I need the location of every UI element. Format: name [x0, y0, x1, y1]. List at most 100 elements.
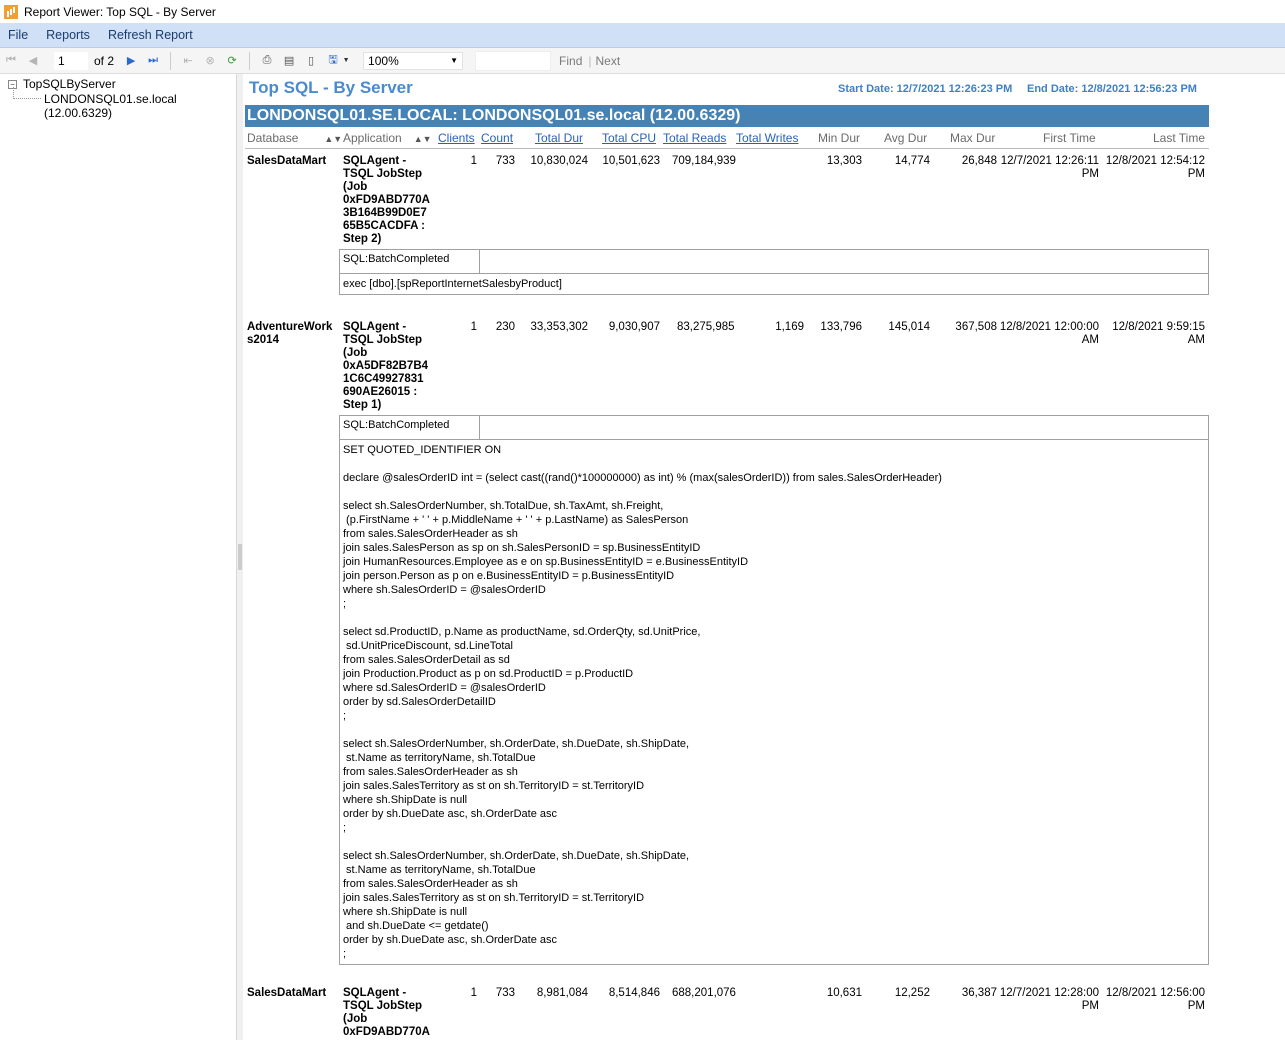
cell-total-reads: 709,184,939: [672, 155, 736, 167]
cell-clients: 1: [470, 155, 477, 167]
sql-text: exec [dbo].[spReportInternetSalesbyProdu…: [343, 278, 562, 290]
page-total: 2: [107, 53, 115, 68]
cell-last-time: 12/8/2021 12:56:00 PM: [1105, 987, 1205, 1012]
tree-root-label[interactable]: TopSQLByServer: [23, 77, 116, 91]
cell-application: SQLAgent - TSQL JobStep (Job 0xA5DF82B7B…: [343, 321, 429, 411]
cell-min-dur: 13,303: [826, 155, 862, 167]
start-date: Start Date: 12/7/2021 12:26:23 PM: [838, 83, 1013, 95]
page-setup-icon[interactable]: ▯: [303, 53, 319, 69]
cell-total-reads: 83,275,985: [677, 321, 735, 333]
export-icon[interactable]: 🖫: [325, 53, 341, 69]
report-body: Top SQL - By Server Start Date: 12/7/202…: [243, 74, 1285, 1040]
menu-reports[interactable]: Reports: [38, 28, 96, 42]
cell-total-cpu: 8,514,846: [608, 987, 660, 999]
cell-min-dur: 133,796: [820, 321, 862, 333]
col-header-min-dur[interactable]: Min Dur: [818, 131, 860, 145]
toolbar-separator: [249, 51, 251, 70]
col-header-first-time[interactable]: First Time: [1043, 131, 1096, 145]
col-header-max-dur[interactable]: Max Dur: [950, 131, 995, 145]
tree-node-server[interactable]: LONDONSQL01.se.local (12.00.6329): [44, 92, 236, 120]
col-header-total-cpu[interactable]: Total CPU: [602, 131, 656, 145]
cell-count: 733: [495, 155, 515, 167]
sql-text: SET QUOTED_IDENTIFIER ON declare @salesO…: [343, 444, 942, 960]
first-page-icon[interactable]: ⏮: [3, 53, 19, 69]
col-header-count[interactable]: Count: [481, 131, 513, 145]
find-next-link[interactable]: Next: [596, 54, 621, 68]
cell-clients: 1: [470, 987, 477, 999]
report-toolbar: ⏮ ◀ 1 of 2 ▶ ⏭ ⇤ ⊗ ⟳ ⎙ ▤ ▯ 🖫 ▼ 100% ▼ Fi…: [0, 48, 1285, 74]
server-banner: LONDONSQL01.SE.LOCAL: LONDONSQL01.se.loc…: [245, 105, 1209, 127]
cell-avg-dur: 14,774: [894, 155, 930, 167]
toolbar-separator: [170, 51, 172, 70]
col-header-avg-dur[interactable]: Avg Dur: [884, 131, 927, 145]
last-page-icon[interactable]: ⏭: [145, 53, 161, 69]
menu-refresh-report[interactable]: Refresh Report: [100, 28, 199, 42]
window-title: Report Viewer: Top SQL - By Server: [24, 4, 216, 19]
sql-detail-box: SQL:BatchCompleted SET QUOTED_IDENTIFIER…: [339, 415, 1209, 965]
cell-first-time: 12/8/2021 12:00:00 AM: [999, 321, 1099, 346]
stop-icon[interactable]: ⊗: [202, 53, 218, 69]
cell-count: 733: [495, 987, 515, 999]
tree-node-root[interactable]: − TopSQLByServer: [8, 77, 116, 91]
col-header-total-reads[interactable]: Total Reads: [663, 131, 726, 145]
back-icon[interactable]: ⇤: [180, 53, 196, 69]
cell-first-time: 12/7/2021 12:26:11 PM: [1000, 155, 1099, 180]
print-icon[interactable]: ⎙: [259, 53, 275, 69]
cell-avg-dur: 12,252: [894, 987, 930, 999]
cell-application: SQLAgent - TSQL JobStep (Job 0xFD9ABD770…: [343, 987, 430, 1038]
cell-database: SalesDataMart: [247, 155, 327, 167]
tree-connector: [13, 98, 41, 99]
report-dates: Start Date: 12/7/2021 12:26:23 PM End Da…: [838, 83, 1197, 95]
cell-total-cpu: 9,030,907: [608, 321, 660, 333]
menu-bar: File Reports Refresh Report: [0, 23, 1285, 48]
chevron-down-icon: ▼: [450, 56, 459, 65]
previous-page-icon[interactable]: ◀: [25, 53, 41, 69]
cell-database: SalesDataMart: [247, 987, 327, 999]
col-header-application[interactable]: Application ▲▼: [343, 131, 432, 145]
col-header-total-dur[interactable]: Total Dur: [535, 131, 583, 145]
page-number-input[interactable]: 1: [54, 51, 88, 70]
find-separator: |: [588, 53, 592, 68]
splitter-grip-icon[interactable]: [238, 544, 242, 570]
col-header-database[interactable]: Database ▲▼: [247, 131, 342, 145]
col-header-last-time[interactable]: Last Time: [1153, 131, 1205, 145]
sort-icon: ▲▼: [324, 134, 343, 144]
cell-application: SQLAgent - TSQL JobStep (Job 0xFD9ABD770…: [343, 155, 430, 245]
header-divider: [245, 148, 1209, 149]
sort-icon: ▲▼: [413, 134, 432, 144]
event-class: SQL:BatchCompleted: [343, 253, 450, 265]
menu-file[interactable]: File: [0, 28, 34, 42]
zoom-select[interactable]: 100% ▼: [363, 51, 464, 70]
document-map: − TopSQLByServer LONDONSQL01.se.local (1…: [0, 74, 237, 1040]
cell-divider: [479, 416, 480, 439]
cell-avg-dur: 145,014: [888, 321, 930, 333]
sql-detail-box: SQL:BatchCompleted exec [dbo].[spReportI…: [339, 249, 1209, 295]
report-viewer-app-icon: [4, 4, 18, 19]
cell-total-cpu: 10,501,623: [602, 155, 660, 167]
print-layout-icon[interactable]: ▤: [281, 53, 297, 69]
event-class: SQL:BatchCompleted: [343, 419, 450, 431]
zoom-value: 100%: [368, 53, 399, 68]
page-of-label: of 2: [94, 53, 115, 68]
cell-total-reads: 688,201,076: [672, 987, 736, 999]
find-input[interactable]: [475, 50, 552, 71]
cell-divider: [479, 250, 480, 273]
col-header-clients[interactable]: Clients: [438, 131, 475, 145]
report-title: Top SQL - By Server: [249, 78, 413, 97]
export-dropdown-icon[interactable]: ▼: [342, 53, 350, 69]
find-link[interactable]: Find: [559, 54, 582, 68]
cell-total-dur: 8,981,084: [536, 987, 588, 999]
end-date: End Date: 12/8/2021 12:56:23 PM: [1027, 83, 1197, 95]
title-bar: Report Viewer: Top SQL - By Server: [0, 0, 1285, 23]
cell-database: AdventureWork s2014: [247, 321, 333, 346]
next-page-icon[interactable]: ▶: [123, 53, 139, 69]
cell-last-time: 12/8/2021 9:59:15 AM: [1112, 321, 1205, 346]
cell-last-time: 12/8/2021 12:54:12 PM: [1105, 155, 1205, 180]
cell-first-time: 12/7/2021 12:28:00 PM: [999, 987, 1099, 1012]
cell-clients: 1: [470, 321, 477, 333]
cell-total-dur: 10,830,024: [530, 155, 588, 167]
refresh-icon[interactable]: ⟳: [224, 53, 240, 69]
col-header-total-writes[interactable]: Total Writes: [736, 131, 798, 145]
event-row: SQL:BatchCompleted: [340, 250, 1208, 274]
cell-total-dur: 33,353,302: [530, 321, 588, 333]
